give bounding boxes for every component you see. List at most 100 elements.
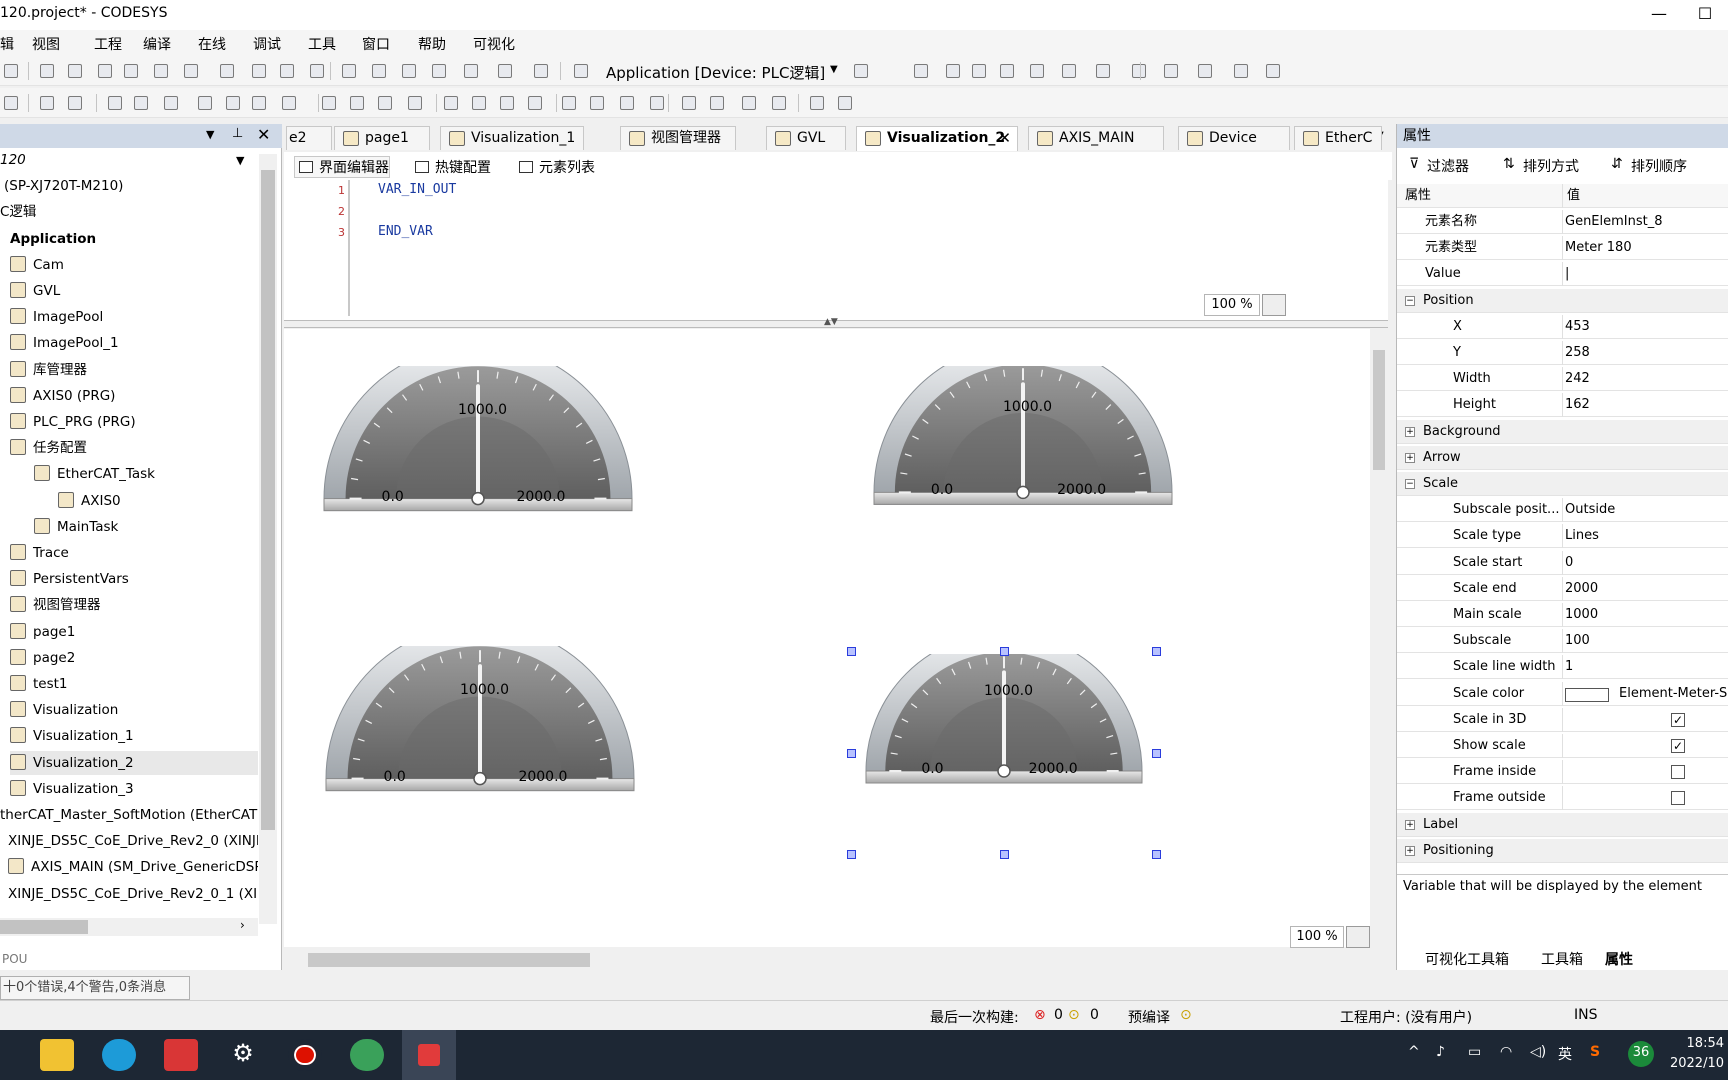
- toolbar-icon[interactable]: [574, 64, 588, 78]
- toolbar-icon[interactable]: [810, 96, 824, 110]
- tree-item[interactable]: XINJE_DS5C_CoE_Drive_Rev2_0 (XINJE-: [8, 829, 258, 853]
- toolbar-icon[interactable]: [500, 96, 514, 110]
- toolbar-icon[interactable]: [464, 64, 478, 78]
- property-value[interactable]: |: [1565, 262, 1569, 286]
- filter-button[interactable]: 过滤器: [1427, 156, 1469, 176]
- tab-toolbox[interactable]: 工具箱: [1541, 949, 1583, 969]
- tab-visu-toolbox[interactable]: 可视化工具箱: [1425, 949, 1509, 969]
- sort-order-button[interactable]: 排列顺序: [1631, 156, 1687, 176]
- property-value[interactable]: 0: [1565, 551, 1573, 575]
- toolbar-icon[interactable]: [68, 64, 82, 78]
- expand-toggle-icon[interactable]: +: [1405, 452, 1415, 463]
- menu-item-7[interactable]: 帮助: [418, 34, 446, 54]
- toolbar-icon[interactable]: [40, 64, 54, 78]
- app-icon[interactable]: [350, 1039, 384, 1071]
- subtab-1[interactable]: 热键配置: [410, 156, 492, 178]
- toolbar-icon[interactable]: [710, 96, 724, 110]
- tree-item[interactable]: (SP-XJ720T-M210): [4, 174, 123, 198]
- tree-item[interactable]: 库管理器: [10, 358, 87, 382]
- property-row[interactable]: Y 258: [1397, 341, 1728, 365]
- property-value[interactable]: GenElemInst_8: [1565, 210, 1663, 234]
- property-value[interactable]: 258: [1565, 341, 1590, 365]
- property-value[interactable]: 242: [1565, 367, 1590, 391]
- tree-item[interactable]: Cam: [10, 253, 64, 277]
- toolbar-icon[interactable]: [198, 96, 212, 110]
- property-value[interactable]: Outside: [1565, 498, 1615, 522]
- toolbar-icon[interactable]: [620, 96, 634, 110]
- tree-item[interactable]: ImagePool_1: [10, 331, 119, 355]
- toolbar-icon[interactable]: [322, 96, 336, 110]
- code-line[interactable]: VAR_IN_OUT: [378, 182, 456, 197]
- subtab-2[interactable]: 元素列表: [514, 156, 596, 178]
- toolbar-icon[interactable]: [498, 64, 512, 78]
- tree-item[interactable]: Visualization_1: [10, 724, 134, 748]
- property-row[interactable]: Scale start 0: [1397, 550, 1728, 575]
- expand-toggle-icon[interactable]: −: [1405, 479, 1415, 489]
- toolbar-icon[interactable]: [402, 64, 416, 78]
- expand-toggle-icon[interactable]: +: [1405, 819, 1415, 830]
- maximize-button[interactable]: ☐: [1682, 0, 1728, 30]
- tab-8[interactable]: EtherC: [1294, 126, 1382, 150]
- zoom-icon[interactable]: [1262, 294, 1286, 316]
- tree-item[interactable]: 视图管理器: [10, 593, 101, 617]
- tree-item[interactable]: Trace: [10, 541, 69, 565]
- toolbar-icon[interactable]: [68, 96, 82, 110]
- property-value[interactable]: 1000: [1565, 603, 1598, 627]
- declaration-editor[interactable]: 100 % 1 VAR_IN_OUT 2 3 END_VAR: [284, 180, 1388, 320]
- tab-properties[interactable]: 属性: [1605, 949, 1633, 969]
- tree-scrollbar-thumb[interactable]: [261, 170, 275, 830]
- filter-icon[interactable]: ⊽: [1409, 156, 1419, 172]
- tree-item[interactable]: PLC_PRG (PRG): [10, 410, 136, 434]
- toolbar-icon[interactable]: [772, 96, 786, 110]
- tree-item[interactable]: AXIS_MAIN (SM_Drive_GenericDSP-: [8, 855, 258, 879]
- toolbar-icon[interactable]: [280, 64, 294, 78]
- tree-item[interactable]: 任务配置: [10, 436, 87, 460]
- menu-item-4[interactable]: 调试: [253, 34, 281, 54]
- code-line[interactable]: END_VAR: [378, 224, 433, 239]
- toolbar-icon[interactable]: [108, 96, 122, 110]
- toolbar-icon[interactable]: [1030, 64, 1044, 78]
- file-explorer-icon[interactable]: [40, 1039, 74, 1071]
- chevron-down-icon[interactable]: ▼: [830, 64, 838, 75]
- toolbar-icon[interactable]: [742, 96, 756, 110]
- toolbar-icon[interactable]: [98, 64, 112, 78]
- property-row[interactable]: + Background: [1397, 419, 1728, 444]
- selection-handle[interactable]: [847, 647, 856, 656]
- toolbar-icon[interactable]: [1132, 64, 1146, 78]
- property-value[interactable]: 1: [1565, 655, 1573, 679]
- expand-toggle-icon[interactable]: −: [1405, 295, 1415, 306]
- property-row[interactable]: Width 242: [1397, 367, 1728, 392]
- menu-item-0[interactable]: 视图: [32, 34, 60, 54]
- tab-2[interactable]: Visualization_1: [440, 126, 584, 150]
- close-icon[interactable]: ✕: [998, 127, 1011, 149]
- property-row[interactable]: Frame inside: [1397, 760, 1728, 785]
- toolbar-icon[interactable]: [4, 64, 18, 78]
- property-row[interactable]: − Position: [1397, 288, 1728, 313]
- toolbar-icon[interactable]: [378, 96, 392, 110]
- notification-badge[interactable]: 36: [1628, 1041, 1654, 1067]
- menu-item-8[interactable]: 可视化: [473, 34, 515, 54]
- checkbox-checked[interactable]: ✓: [1671, 712, 1685, 727]
- toolbar-icon[interactable]: [350, 96, 364, 110]
- tree-item[interactable]: AXIS0 (PRG): [10, 384, 115, 408]
- ime-icon[interactable]: S: [1590, 1044, 1600, 1060]
- tree-item[interactable]: EtherCAT_Task: [34, 462, 155, 486]
- toolbar-icon[interactable]: [972, 64, 986, 78]
- keyboard-icon[interactable]: ▭: [1468, 1044, 1481, 1060]
- canvas-hscrollbar-thumb[interactable]: [308, 953, 590, 967]
- tab-6[interactable]: AXIS_MAIN: [1028, 126, 1164, 150]
- menu-partial[interactable]: 辑: [0, 34, 14, 54]
- toolbar-icon[interactable]: [342, 64, 356, 78]
- toolbar-icon[interactable]: [164, 96, 178, 110]
- property-row[interactable]: 元素类型 Meter 180: [1397, 236, 1728, 261]
- property-value[interactable]: 100: [1565, 629, 1590, 653]
- toolbar-icon[interactable]: [534, 64, 548, 78]
- property-row[interactable]: Scale type Lines: [1397, 524, 1728, 549]
- application-selector[interactable]: Application [Device: PLC逻辑]: [606, 62, 825, 83]
- tab-4[interactable]: GVL: [766, 126, 846, 150]
- tab-pou[interactable]: POU: [0, 948, 280, 970]
- toolbar-icon[interactable]: [528, 96, 542, 110]
- toolbar-icon[interactable]: [432, 64, 446, 78]
- input-language[interactable]: 英: [1558, 1044, 1572, 1064]
- property-row[interactable]: Subscale 100: [1397, 629, 1728, 654]
